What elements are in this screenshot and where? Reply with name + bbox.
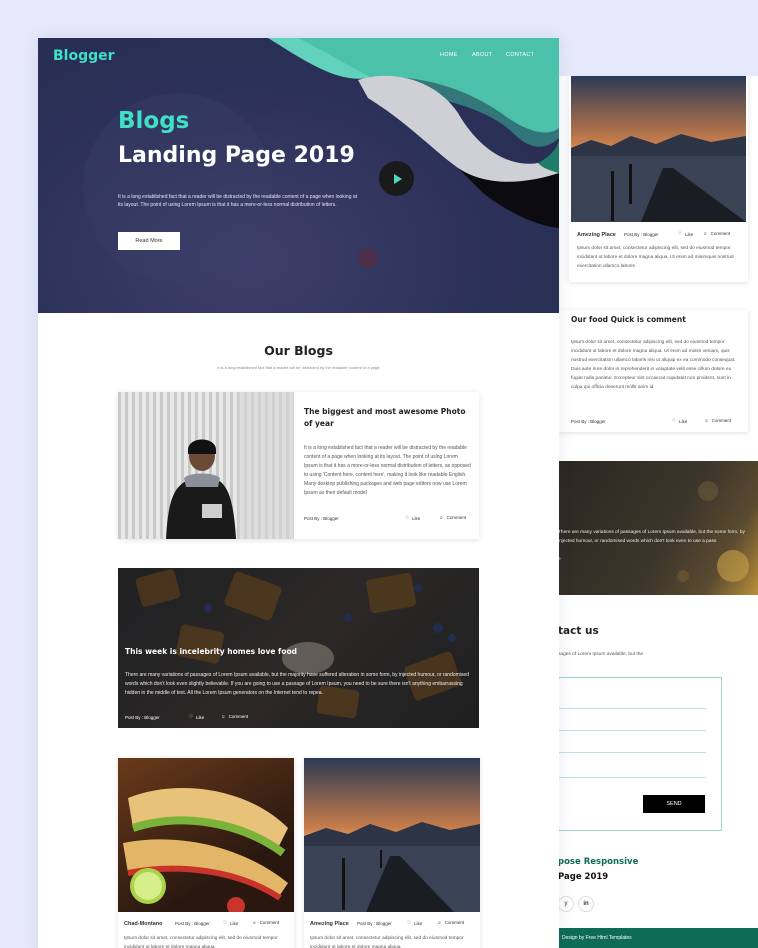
send-button[interactable]: SEND — [643, 795, 705, 813]
comment-label: Comment — [711, 418, 732, 423]
heart-icon: ♡ — [405, 515, 410, 520]
name-field[interactable] — [559, 708, 706, 709]
hero-description: It is a long established fact that a rea… — [118, 194, 358, 208]
comment-button[interactable]: ☺ Comment — [212, 714, 248, 719]
sunset-pier-photo — [304, 758, 480, 912]
dark-banner-text: There are many variations of passages of… — [558, 530, 745, 544]
like-label: Like — [685, 231, 694, 237]
food-post-author: Post By : Blogger — [125, 715, 160, 720]
like-button[interactable]: ♡ Like — [669, 231, 693, 237]
purpose-subtitle: Page 2019 — [558, 872, 609, 882]
comment-card: Our food Quick is comment Ipsum dolor si… — [559, 310, 748, 432]
contact-subtitle: sages of Lorem Ipsum available, but the — [558, 652, 644, 657]
footer: Design by Free Html Templates — [558, 928, 758, 948]
place-card: Amezing Place Post By : Blogger ♡ Like ☺ C… — [569, 76, 748, 282]
read-more-button[interactable]: Read More — [118, 232, 180, 250]
featured-post-text: It is a long established fact that a rea… — [304, 445, 471, 496]
featured-post-author: Post By : Blogger — [304, 516, 339, 521]
small-card-author: Post By : Blogger — [175, 921, 210, 926]
comment-button[interactable]: ☺ Comment — [243, 920, 279, 925]
heart-icon: ♡ — [223, 920, 228, 925]
logo[interactable]: Blogger — [53, 48, 115, 64]
comment-label: Comment — [710, 231, 731, 236]
comment-label: Comment — [444, 920, 465, 925]
heart-icon: ♡ — [189, 714, 194, 719]
back-page-preview: Amezing Place Post By : Blogger ♡ Like ☺ C… — [558, 76, 758, 948]
comment-icon: ☺ — [703, 231, 708, 236]
like-label: Like — [412, 515, 421, 521]
sunset-pier-photo — [571, 76, 746, 222]
nav-contact[interactable]: CONTACT — [506, 52, 534, 58]
small-post-card: Amezing Place Post By : Blogger ♡ Like ☺ C… — [304, 758, 480, 948]
tacos-photo — [118, 758, 294, 912]
message-field[interactable] — [559, 762, 706, 778]
heart-icon: ♡ — [407, 920, 412, 925]
like-label: Like — [196, 714, 205, 720]
featured-post-title[interactable]: The biggest and most awesome Photo of ye… — [304, 406, 474, 430]
food-post-title[interactable]: This week is incelebrity homes love food — [125, 647, 297, 656]
comment-icon: ☺ — [437, 920, 442, 925]
like-button[interactable]: ♡ Like — [214, 920, 238, 926]
twitter-icon[interactable]: y — [558, 896, 574, 912]
hero-wave-decoration — [83, 38, 559, 283]
contact-form: SEND — [558, 677, 722, 831]
featured-post-photo — [118, 392, 294, 539]
comment-card-author: Post By : Blogger — [571, 419, 606, 424]
heart-icon: ♡ — [672, 418, 677, 423]
small-card-text: Ipsum dolor sit amet, consectetur adipis… — [124, 936, 278, 948]
comment-card-title: Our food Quick is comment — [571, 315, 686, 324]
hero-title: Landing Page 2019 — [118, 143, 355, 168]
footer-credit: Design by Free Html Templates — [562, 935, 632, 941]
small-post-card: Chad-Montano Post By : Blogger ♡ Like ☺ Co… — [118, 758, 294, 948]
section-title: Our Blogs — [264, 343, 333, 358]
comment-icon: ☺ — [704, 418, 709, 423]
nav-home[interactable]: HOME — [440, 52, 458, 58]
linkedin-icon[interactable]: in — [578, 896, 594, 912]
small-card-name: Amezing Place — [310, 921, 349, 927]
comment-icon: ☺ — [439, 515, 444, 520]
like-label: Like — [230, 920, 239, 926]
comment-label: Comment — [228, 714, 249, 719]
place-card-text: Ipsum dolor sit amet, consectetur adipis… — [577, 246, 734, 269]
email-field[interactable] — [559, 730, 706, 731]
food-post-banner: This week is incelebrity homes love food… — [118, 568, 479, 728]
comment-label: Comment — [259, 920, 280, 925]
food-post-text: There are many variations of passages of… — [125, 672, 469, 696]
hero-section: Blogger HOME ABOUT CONTACT Blogs Landing… — [38, 38, 559, 313]
comment-button[interactable]: ☺ Comment — [428, 920, 464, 925]
comment-button[interactable]: ☺ Comment — [430, 515, 466, 520]
nav-about[interactable]: ABOUT — [472, 52, 492, 58]
front-page: Blogger HOME ABOUT CONTACT Blogs Landing… — [38, 38, 559, 948]
hero-title-accent: Blogs — [118, 108, 190, 134]
dark-banner: There are many variations of passages of… — [558, 461, 758, 595]
play-icon — [394, 173, 402, 184]
place-card-name: Amezing Place — [577, 232, 616, 238]
section-subtitle: It is a long established fact that a rea… — [217, 365, 380, 370]
heart-icon: ♡ — [678, 231, 683, 236]
small-card-author: Post By : Blogger — [357, 921, 392, 926]
like-label: Like — [414, 920, 423, 926]
play-video-button[interactable] — [379, 161, 414, 196]
like-button[interactable]: ♡ Like — [398, 920, 422, 926]
subject-field[interactable] — [559, 752, 706, 753]
contact-title: tact us — [558, 625, 599, 637]
featured-post-card: The biggest and most awesome Photo of ye… — [118, 392, 479, 539]
comment-icon: ☺ — [221, 714, 226, 719]
comment-card-text: Ipsum dolor sit amet, consectetur adipis… — [571, 340, 736, 390]
comment-button[interactable]: ☺ Comment — [694, 231, 730, 236]
comment-icon: ☺ — [252, 920, 257, 925]
like-button[interactable]: ♡ Like — [180, 714, 204, 720]
small-card-text: Ipsum dolor sit amet, consectetur adipis… — [310, 936, 464, 948]
purpose-title: pose Responsive — [558, 857, 639, 867]
like-label: Like — [679, 418, 688, 424]
place-card-author: Post By : Blogger — [624, 232, 659, 237]
like-button[interactable]: ♡ Like — [663, 418, 687, 424]
small-card-name: Chad-Montano — [124, 921, 163, 927]
comment-button[interactable]: ☺ Comment — [695, 418, 731, 423]
comment-label: Comment — [446, 515, 467, 520]
like-button[interactable]: ♡ Like — [396, 515, 420, 521]
